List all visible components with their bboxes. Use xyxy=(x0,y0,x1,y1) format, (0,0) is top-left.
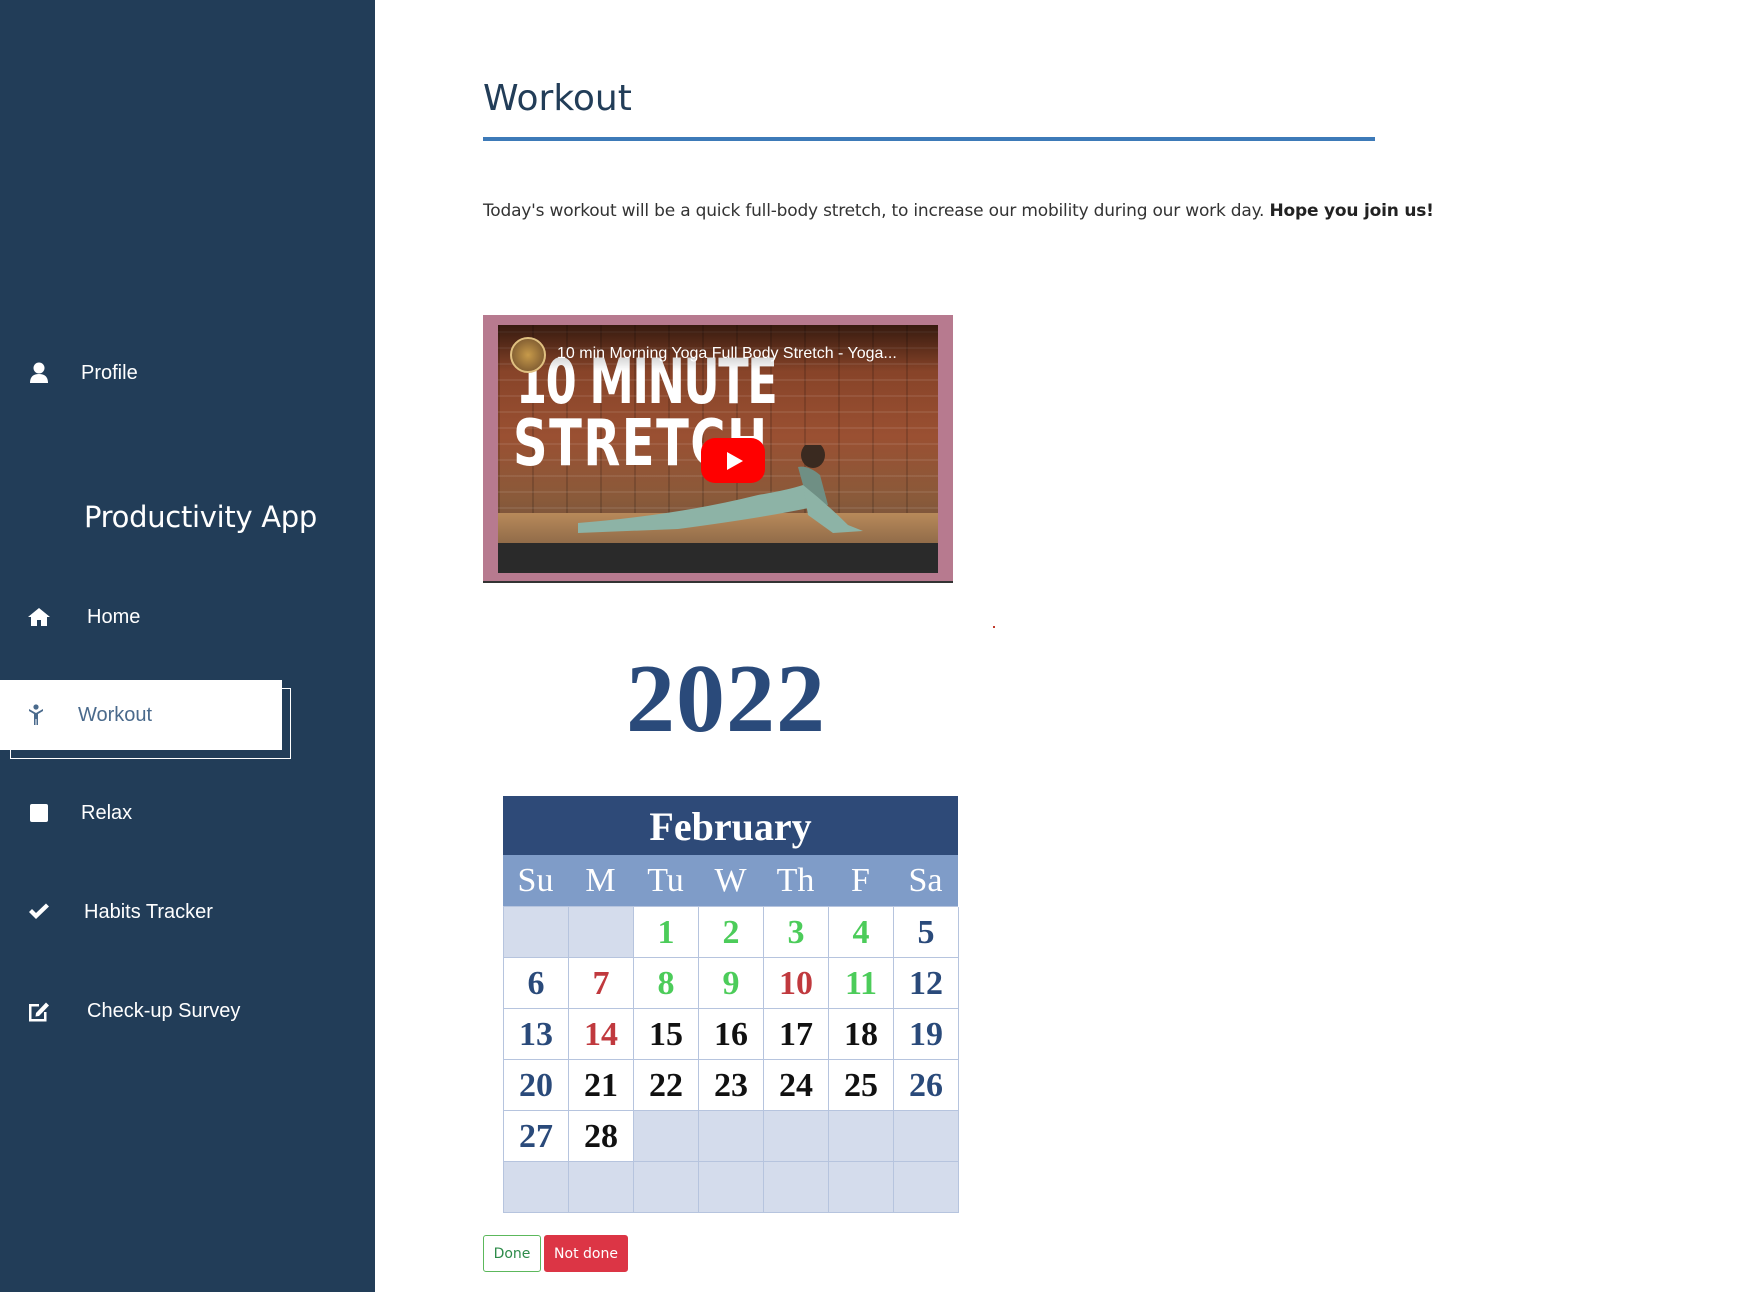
calendar-year: 2022 xyxy=(626,645,826,753)
calendar-day: 10 xyxy=(764,958,829,1009)
sidebar-item-profile[interactable]: Profile xyxy=(0,343,375,403)
home-icon xyxy=(27,605,51,629)
user-icon xyxy=(27,361,51,385)
calendar-day: 24 xyxy=(764,1060,829,1111)
calendar-day: 11 xyxy=(829,958,894,1009)
more-vertical-icon[interactable]: ⋮ xyxy=(932,343,938,363)
calendar: February Su M Tu W Th F Sa 1 2 3 4 5 6 7 8 9 10 11 12 13 14… xyxy=(503,796,959,1213)
calendar-day: 3 xyxy=(764,907,829,958)
edit-icon xyxy=(27,999,51,1023)
calendar-day: 27 xyxy=(504,1111,569,1162)
calendar-day: 16 xyxy=(699,1009,764,1060)
calendar-day: 19 xyxy=(894,1009,959,1060)
calendar-day: 25 xyxy=(829,1060,894,1111)
sidebar-item-checkup-survey[interactable]: Check-up Survey xyxy=(0,981,375,1041)
title-divider xyxy=(483,137,1375,141)
calendar-day: 13 xyxy=(504,1009,569,1060)
sidebar-item-label: Relax xyxy=(81,801,133,824)
calendar-day: 4 xyxy=(829,907,894,958)
play-button[interactable] xyxy=(701,438,765,483)
calendar-day: 6 xyxy=(504,958,569,1009)
video-embed[interactable]: 10 MINUTE STRETCH 10 min Morning Yoga Fu… xyxy=(483,315,953,583)
sidebar-item-home[interactable]: Home xyxy=(0,587,375,647)
calendar-day: 7 xyxy=(569,958,634,1009)
sidebar-item-workout[interactable]: Workout xyxy=(0,680,282,750)
calendar-empty-cell xyxy=(764,1162,829,1213)
square-icon xyxy=(27,801,51,825)
calendar-day: 21 xyxy=(569,1060,634,1111)
not-done-button[interactable]: Not done xyxy=(544,1235,628,1272)
calendar-day: 9 xyxy=(699,958,764,1009)
calendar-empty-cell xyxy=(504,907,569,958)
video-mat xyxy=(498,543,938,573)
calendar-day: 15 xyxy=(634,1009,699,1060)
calendar-empty-cell xyxy=(699,1162,764,1213)
weekday-label: Th xyxy=(776,862,815,899)
sidebar-item-habits-tracker[interactable]: Habits Tracker xyxy=(0,882,375,942)
calendar-empty-cell xyxy=(894,1111,959,1162)
calendar-day: 8 xyxy=(634,958,699,1009)
calendar-empty-cell xyxy=(504,1162,569,1213)
weekday-label: M xyxy=(585,862,616,899)
weekday-label: W xyxy=(714,862,747,899)
calendar-grid: 1 2 3 4 5 6 7 8 9 10 11 12 13 14 15 16 17 18 19 20 21 22 23 24 2… xyxy=(503,906,959,1213)
check-icon xyxy=(27,900,51,924)
channel-avatar[interactable] xyxy=(510,337,546,373)
sidebar-item-label: Profile xyxy=(81,361,138,384)
calendar-empty-cell xyxy=(569,1162,634,1213)
decorative-dot xyxy=(993,626,995,628)
weekday-label: F xyxy=(851,862,870,899)
calendar-day: 22 xyxy=(634,1060,699,1111)
calendar-day: 12 xyxy=(894,958,959,1009)
calendar-day: 23 xyxy=(699,1060,764,1111)
person-icon xyxy=(24,703,48,727)
calendar-empty-cell xyxy=(634,1162,699,1213)
calendar-empty-cell xyxy=(764,1111,829,1162)
calendar-empty-cell xyxy=(699,1111,764,1162)
video-thumbnail: 10 MINUTE STRETCH 10 min Morning Yoga Fu… xyxy=(498,325,938,573)
app-title: Productivity App xyxy=(84,500,317,534)
calendar-empty-cell xyxy=(829,1162,894,1213)
calendar-day: 20 xyxy=(504,1060,569,1111)
description-text: Today's workout will be a quick full-bod… xyxy=(483,201,1265,221)
calendar-day: 17 xyxy=(764,1009,829,1060)
sidebar-item-label: Habits Tracker xyxy=(84,900,213,923)
sidebar-item-label: Check-up Survey xyxy=(87,999,241,1022)
sidebar: Profile Productivity App Home Workout Re… xyxy=(0,0,375,1292)
sidebar-item-label: Home xyxy=(87,605,141,628)
done-button[interactable]: Done xyxy=(483,1235,541,1272)
calendar-empty-cell xyxy=(894,1162,959,1213)
calendar-day: 5 xyxy=(894,907,959,958)
description-emphasis: Hope you join us! xyxy=(1269,201,1434,221)
calendar-day: 2 xyxy=(699,907,764,958)
calendar-day: 1 xyxy=(634,907,699,958)
calendar-empty-cell xyxy=(569,907,634,958)
calendar-month: February xyxy=(503,796,958,855)
weekday-label: Sa xyxy=(908,862,943,899)
video-title[interactable]: 10 min Morning Yoga Full Body Stretch - … xyxy=(557,345,897,363)
calendar-day: 18 xyxy=(829,1009,894,1060)
calendar-empty-cell xyxy=(829,1111,894,1162)
workout-description: Today's workout will be a quick full-bod… xyxy=(483,201,1434,221)
page-title: Workout xyxy=(483,78,632,119)
calendar-day: 26 xyxy=(894,1060,959,1111)
weekday-label: Su xyxy=(517,862,554,899)
calendar-day: 28 xyxy=(569,1111,634,1162)
calendar-day: 14 xyxy=(569,1009,634,1060)
calendar-empty-cell xyxy=(634,1111,699,1162)
calendar-weekdays: Su M Tu W Th F Sa xyxy=(503,855,958,906)
sidebar-item-relax[interactable]: Relax xyxy=(0,783,375,843)
weekday-label: Tu xyxy=(647,862,684,899)
sidebar-item-label: Workout xyxy=(78,703,153,726)
